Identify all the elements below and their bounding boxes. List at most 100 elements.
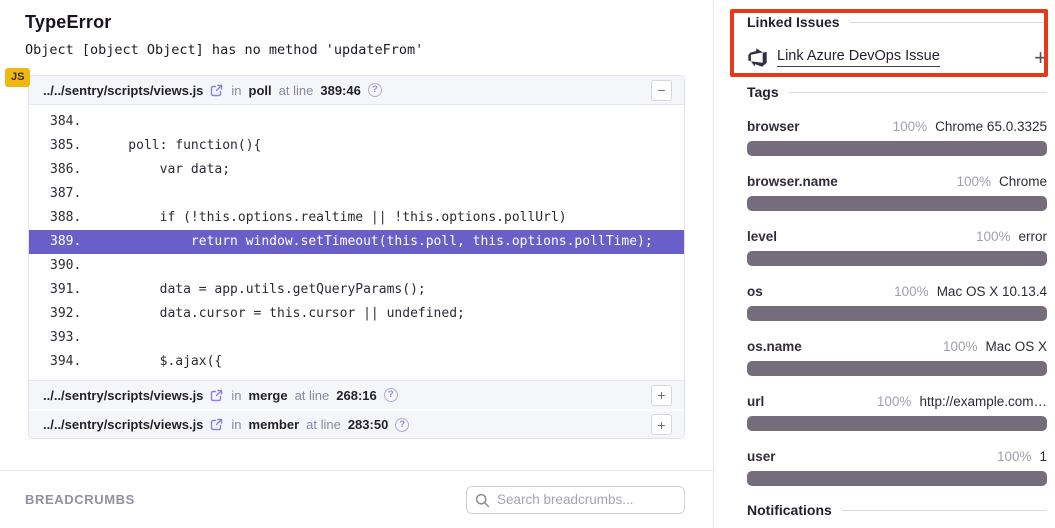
link-azure-devops-row: Link Azure DevOps Issue + [747,45,1047,70]
tag-percent: 100% [956,174,991,190]
tag-key: url [747,394,764,410]
code-line-highlighted: 389. return window.setTimeout(this.poll,… [29,230,684,254]
code-line: 393. [29,326,684,350]
tags-heading: Tags [747,84,1047,101]
line-code: $.ajax({ [97,350,222,374]
tag-percent: 100% [877,394,912,410]
expand-frame-button[interactable]: + [651,385,672,406]
open-in-new-icon[interactable] [210,84,223,97]
tag-percent: 100% [893,119,928,135]
tag-distribution-bar[interactable] [747,361,1047,376]
code-line: 386. var data; [29,158,684,182]
frame-file-path: ../../sentry/scripts/views.js [43,417,203,432]
collapse-frame-button[interactable]: − [651,80,672,101]
line-code: poll: function(){ [97,134,261,158]
line-code: if (!this.options.realtime || !this.opti… [97,206,567,230]
tag-key: os [747,284,763,300]
tags-title: Tags [747,84,779,101]
linked-issues-section: Linked Issues Link Azure DevOps Issue + [747,14,1047,70]
line-number: 384. [29,110,97,134]
code-line: 392. data.cursor = this.cursor || undefi… [29,302,684,326]
sidebar: Linked Issues Link Azure DevOps Issue + … [714,0,1055,528]
tag-value: Chrome [999,174,1047,190]
expand-frame-button[interactable]: + [651,414,672,435]
frame-file-path: ../../sentry/scripts/views.js [43,388,203,403]
frame-line-number: 268:16 [336,388,376,403]
tag-distribution-bar[interactable] [747,471,1047,486]
stack-frame-header-member[interactable]: ../../sentry/scripts/views.js in member … [29,409,684,438]
frame-in-label: in [231,83,241,98]
line-code: data = app.utils.getQueryParams(); [97,278,426,302]
tag-key: browser.name [747,174,838,190]
code-line: 394. $.ajax({ [29,350,684,374]
line-code: var data; [97,158,230,182]
tag-value: 1 [1039,449,1047,465]
question-icon[interactable]: ? [395,418,409,432]
open-in-new-icon[interactable] [210,418,223,431]
line-number: 385. [29,134,97,158]
tag-row-browser-name: browser.name 100% Chrome [747,174,1047,211]
line-number: 391. [29,278,97,302]
line-number: 390. [29,254,97,278]
stack-frame-header-merge[interactable]: ../../sentry/scripts/views.js in merge a… [29,380,684,409]
question-icon[interactable]: ? [368,83,382,97]
tag-row-os: os 100% Mac OS X 10.13.4 [747,284,1047,321]
tag-value: Mac OS X 10.13.4 [937,284,1047,300]
code-line: 384. [29,110,684,134]
code-line: 388. if (!this.options.realtime || !this… [29,206,684,230]
code-line: 391. data = app.utils.getQueryParams(); [29,278,684,302]
linked-issues-heading: Linked Issues [747,14,1047,31]
notifications-title: Notifications [747,502,832,519]
frame-function-name: member [249,417,300,432]
source-context: 384. 385. poll: function(){ 386. var dat… [29,105,684,380]
tag-value: Chrome 65.0.3325 [935,119,1047,135]
line-code: return window.setTimeout(this.poll, this… [97,230,653,254]
frame-line-number: 283:50 [348,417,388,432]
tag-key: os.name [747,339,802,355]
main-column: TypeError Object [object Object] has no … [0,0,714,528]
tag-percent: 100% [894,284,929,300]
code-line: 385. poll: function(){ [29,134,684,158]
frame-at-label: at line [306,417,341,432]
heading-rule [850,22,1047,23]
heading-rule [789,92,1047,93]
line-number: 394. [29,350,97,374]
notifications-heading: Notifications [747,502,1047,519]
tag-row-url: url 100% http://example.com… [747,394,1047,431]
tag-distribution-bar[interactable] [747,306,1047,321]
tag-distribution-bar[interactable] [747,141,1047,156]
stack-trace-box: JS ../../sentry/scripts/views.js in poll… [28,75,685,439]
tag-value: error [1018,229,1047,245]
line-number: 392. [29,302,97,326]
tag-row-os-name: os.name100%Mac OS X [747,339,1047,376]
error-message: Object [object Object] has no method 'up… [25,42,713,58]
breadcrumbs-search [466,486,685,514]
frame-function-name: merge [249,388,288,403]
frame-at-label: at line [295,388,330,403]
error-type-title: TypeError [25,12,713,33]
heading-rule [842,510,1047,511]
breadcrumbs-title: BREADCRUMBS [25,492,135,507]
frame-line-number: 389:46 [320,83,360,98]
open-in-new-icon[interactable] [210,389,223,402]
stack-frame-header-poll[interactable]: ../../sentry/scripts/views.js in poll at… [29,76,684,105]
code-line: 390. [29,254,684,278]
search-breadcrumbs-input[interactable] [466,486,685,514]
frame-function-name: poll [249,83,272,98]
tag-distribution-bar[interactable] [747,416,1047,431]
tag-value: http://example.com… [919,394,1047,410]
linked-issues-title: Linked Issues [747,14,840,31]
link-azure-devops-issue-link[interactable]: Link Azure DevOps Issue [777,48,940,67]
line-code: data.cursor = this.cursor || undefined; [97,302,465,326]
line-number: 386. [29,158,97,182]
platform-js-badge: JS [5,68,30,87]
question-icon[interactable]: ? [384,388,398,402]
add-linked-issue-button[interactable]: + [1034,48,1047,68]
error-header: TypeError Object [object Object] has no … [0,0,713,58]
frame-in-label: in [231,417,241,432]
tag-distribution-bar[interactable] [747,196,1047,211]
tag-percent: 100% [943,339,978,355]
tag-row-browser: browser100%Chrome 65.0.3325 [747,119,1047,156]
tag-percent: 100% [976,229,1011,245]
tag-distribution-bar[interactable] [747,251,1047,266]
